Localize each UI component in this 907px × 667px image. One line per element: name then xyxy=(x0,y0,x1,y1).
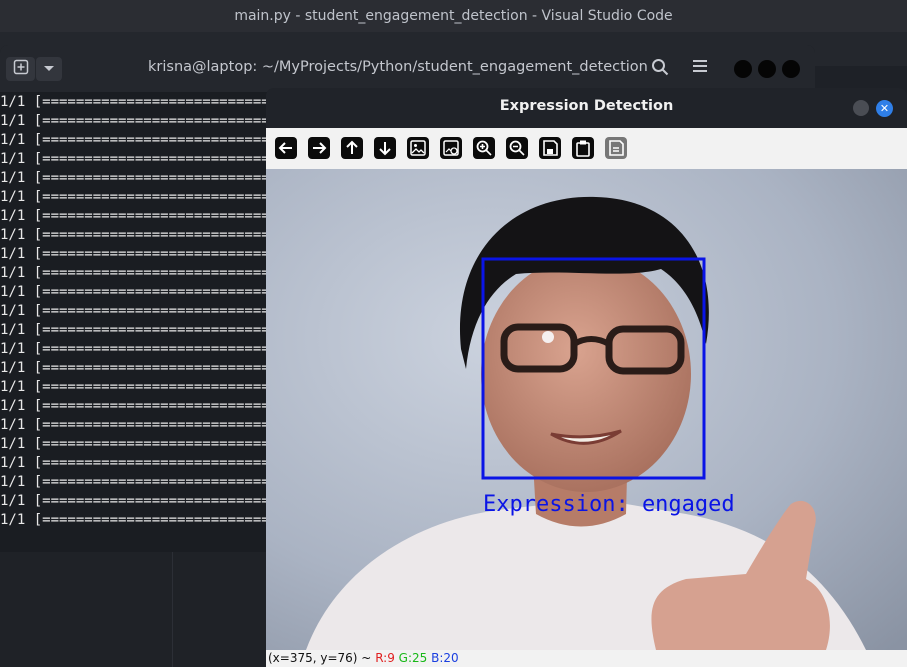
status-red: R:9 xyxy=(375,651,395,665)
arrow-left-icon xyxy=(275,137,297,159)
window-close-button[interactable] xyxy=(782,60,800,78)
vscode-panel xyxy=(0,552,270,667)
zoom-fit-button[interactable] xyxy=(440,137,462,159)
webcam-image[interactable]: Expression: engaged xyxy=(266,169,907,650)
window-maximize-button[interactable] xyxy=(758,60,776,78)
new-tab-icon xyxy=(13,59,29,79)
terminal-header: krisna@laptop: ~/MyProjects/Python/stude… xyxy=(0,45,815,92)
zoom-original-button[interactable] xyxy=(407,137,429,159)
cv-titlebar: Expression Detection ✕ xyxy=(266,88,907,128)
vscode-titlebar: main.py - student_engagement_detection -… xyxy=(0,0,907,32)
status-green: G:25 xyxy=(398,651,428,665)
status-coords: (x=375, y=76) ~ xyxy=(268,651,372,665)
zoom-out-icon xyxy=(506,137,528,159)
close-icon: ✕ xyxy=(879,102,890,115)
arrow-right-icon xyxy=(308,137,330,159)
detection-label: Expression: engaged xyxy=(483,492,735,517)
status-blue: B:20 xyxy=(431,651,459,665)
dropdown-icon xyxy=(43,61,55,77)
zoom-out-button[interactable] xyxy=(506,137,528,159)
terminal-title: krisna@laptop: ~/MyProjects/Python/stude… xyxy=(148,59,648,75)
search-icon[interactable] xyxy=(651,58,669,81)
menu-icon[interactable] xyxy=(692,58,708,79)
panel-divider xyxy=(172,552,173,667)
image-settings-icon xyxy=(440,137,462,159)
pan-down-button[interactable] xyxy=(374,137,396,159)
close-button[interactable]: ✕ xyxy=(876,100,893,117)
minimize-button[interactable] xyxy=(853,100,869,116)
save-button[interactable] xyxy=(539,137,561,159)
copy-button[interactable] xyxy=(572,137,594,159)
pan-right-button[interactable] xyxy=(308,137,330,159)
tab-dropdown-button[interactable] xyxy=(36,57,62,81)
expression-detection-window: Expression Detection ✕ Expression: engag… xyxy=(266,88,907,667)
new-tab-button[interactable] xyxy=(6,57,35,81)
properties-icon xyxy=(605,137,627,159)
zoom-in-icon xyxy=(473,137,495,159)
pan-left-button[interactable] xyxy=(275,137,297,159)
image-icon xyxy=(407,137,429,159)
properties-button[interactable] xyxy=(605,137,627,159)
window-minimize-button[interactable] xyxy=(734,60,752,78)
arrow-down-icon xyxy=(374,137,396,159)
cv-window-title: Expression Detection xyxy=(499,98,674,114)
pan-up-button[interactable] xyxy=(341,137,363,159)
glasses-reflection xyxy=(542,331,554,343)
arrow-up-icon xyxy=(341,137,363,159)
cv-toolbar xyxy=(266,128,907,169)
zoom-in-button[interactable] xyxy=(473,137,495,159)
vscode-title: main.py - student_engagement_detection -… xyxy=(234,8,673,24)
save-icon xyxy=(539,137,561,159)
webcam-frame: Expression: engaged xyxy=(266,169,907,650)
status-bar: (x=375, y=76) ~ R:9 G:25 B:20 xyxy=(266,650,907,667)
clipboard-icon xyxy=(572,137,594,159)
